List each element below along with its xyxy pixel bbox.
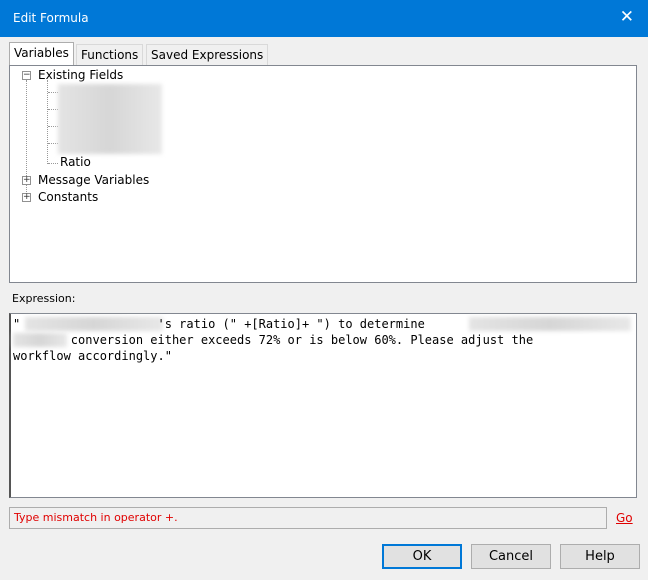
- error-message: Type mismatch in operator +.: [9, 507, 607, 529]
- expression-label: Expression:: [12, 292, 76, 305]
- expand-icon[interactable]: +: [22, 176, 31, 185]
- collapse-icon[interactable]: −: [22, 71, 31, 80]
- expression-line: workflow accordingly.": [13, 349, 172, 363]
- tab-functions[interactable]: Functions: [76, 44, 144, 65]
- tree-line: [48, 163, 58, 164]
- window-title: Edit Formula: [13, 11, 89, 25]
- expression-line: " 's ratio (" +[Ratio]+ ") to determine: [13, 317, 425, 331]
- variables-tree[interactable]: − Existing Fields Ratio + Message Variab…: [9, 65, 637, 283]
- tree-node-constants[interactable]: Constants: [38, 190, 98, 204]
- tree-line: [48, 92, 58, 93]
- tree-node-ratio[interactable]: Ratio: [60, 155, 91, 169]
- title-bar: Edit Formula ✕: [0, 0, 648, 37]
- close-icon[interactable]: ✕: [620, 7, 634, 27]
- tab-variables[interactable]: Variables: [9, 42, 74, 66]
- cancel-button[interactable]: Cancel: [471, 544, 551, 569]
- ok-button[interactable]: OK: [382, 544, 462, 569]
- go-link[interactable]: Go: [616, 511, 633, 525]
- tab-saved-expressions[interactable]: Saved Expressions: [146, 44, 269, 65]
- tree-line: [48, 109, 58, 110]
- expression-editor[interactable]: " 's ratio (" +[Ratio]+ ") to determine …: [9, 313, 637, 498]
- tree-node-message-variables[interactable]: Message Variables: [38, 173, 149, 187]
- tree-node-existing-fields[interactable]: Existing Fields: [38, 68, 123, 82]
- expand-icon[interactable]: +: [22, 193, 31, 202]
- help-button[interactable]: Help: [560, 544, 640, 569]
- tree-line: [48, 143, 58, 144]
- redacted-fields: [58, 84, 162, 154]
- expression-line: conversion either exceeds 72% or is belo…: [13, 333, 534, 347]
- tree-line: [48, 126, 58, 127]
